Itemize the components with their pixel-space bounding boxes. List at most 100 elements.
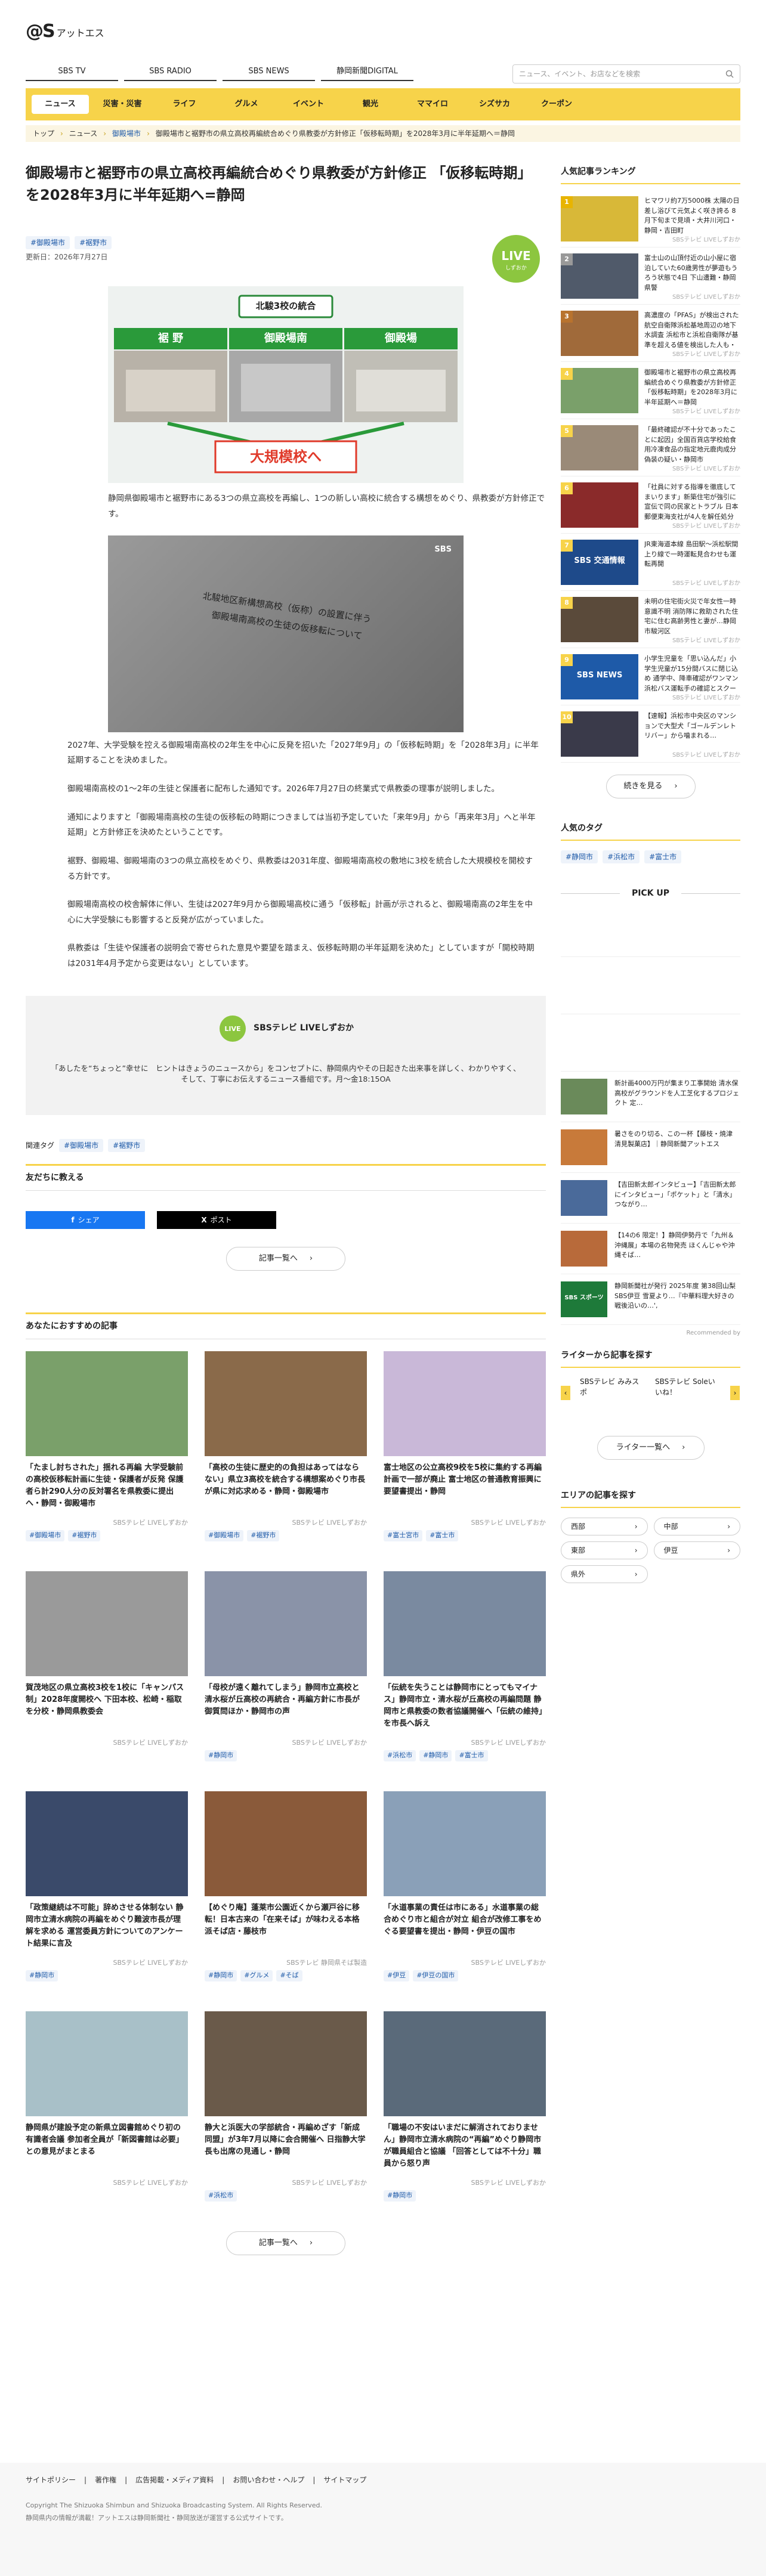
pickup-item[interactable]: 【吉田新太郎インタビュー】「吉田新太郎にインタビュー」「ポケット」と「清水」つな… bbox=[561, 1173, 740, 1224]
pickup-title[interactable]: 新計画4000万円が集まり工事開始 清水保高校がグラウンドを人工芝化するプロジェ… bbox=[614, 1079, 740, 1114]
card-thumbnail[interactable] bbox=[205, 1571, 367, 1676]
rank-title[interactable]: 小学生児童を「思い込んだ」小学生児童が15分間バスに閉じ込め 通学中、降車確認が… bbox=[644, 654, 740, 693]
rank-thumbnail[interactable]: 9 SBS NEWS bbox=[561, 654, 638, 699]
subnav-sbs-tv[interactable]: SBS TV bbox=[26, 66, 118, 81]
rank-title[interactable]: 富士山の山頂付近の山小屋に宿泊していた60歳男性が夢遊もうろう状態で4日 下山遭… bbox=[644, 253, 740, 293]
pickup-item[interactable]: 【14の6 限定！】静岡伊勢丹で「九州＆沖縄展」本場の名物発売 ほくんじゃや沖縄… bbox=[561, 1224, 740, 1274]
footer-link[interactable]: サイトマップ bbox=[323, 2475, 366, 2485]
subnav-sbs-radio[interactable]: SBS RADIO bbox=[124, 66, 217, 81]
site-logo[interactable]: @S アットエス bbox=[26, 18, 104, 45]
card-thumbnail[interactable] bbox=[26, 2011, 188, 2116]
ranking-item[interactable]: 8 未明の住宅街火災で年女性一時意識不明 消防隊に救助された住宅に住む高齢男性と… bbox=[561, 591, 740, 648]
rank-thumbnail[interactable]: 4 bbox=[561, 368, 638, 413]
pickup-title[interactable]: 【14の6 限定！】静岡伊勢丹で「九州＆沖縄展」本場の名物発売 ほくんじゃや沖縄… bbox=[614, 1231, 740, 1267]
card-tag[interactable]: #富士宮市 bbox=[384, 1530, 423, 1541]
ranking-item[interactable]: 4 御殿場市と裾野市の県立高校再編統合めぐり県教委が方針修正「仮移転時期」を20… bbox=[561, 362, 740, 419]
footer-link[interactable]: サイトポリシー bbox=[26, 2475, 76, 2485]
area-izu[interactable]: 伊豆 › bbox=[653, 1541, 740, 1559]
card-tag[interactable]: #静岡市 bbox=[26, 1970, 58, 1981]
pickup-title[interactable]: 静岡新聞社が発行 2025年度 第38回山梨SBS伊豆 雪夏より…『中華料理大好… bbox=[614, 1281, 740, 1317]
rank-title[interactable]: ヒマワリ約7万5000株 太陽の日差し浴びて元気よく咲き誇る 8月下旬まで見頃・… bbox=[644, 196, 740, 236]
card-thumbnail[interactable] bbox=[384, 1791, 546, 1896]
article-list-button[interactable]: 記事一覧へ › bbox=[226, 1246, 345, 1271]
nav-life[interactable]: ライフ bbox=[156, 95, 213, 114]
rank-title[interactable]: 「社員に対する指導を徹底してまいります」新築住宅が強引に宣伝で同の民家とトラブル… bbox=[644, 482, 740, 522]
card-thumbnail[interactable] bbox=[205, 1791, 367, 1896]
subnav-digital[interactable]: 静岡新聞DIGITAL bbox=[321, 66, 413, 81]
pickup-thumbnail[interactable] bbox=[561, 1129, 607, 1165]
recommend-card[interactable]: 「水道事業の責任は市にある」水道事業の総合めぐり市と組合が対立 組合が改修工事を… bbox=[384, 1791, 546, 1981]
recommend-card[interactable]: 静大と浜医大の学部統合・再編めざす「新成同盟」が3年7月以降に会合開催へ 日指静… bbox=[205, 2011, 367, 2202]
card-thumbnail[interactable] bbox=[26, 1351, 188, 1456]
rank-title[interactable]: 御殿場市と裾野市の県立高校再編統合めぐり県教委が方針修正「仮移転時期」を2028… bbox=[644, 368, 740, 407]
nav-mamairo[interactable]: ママイロ bbox=[404, 95, 461, 114]
pickup-thumbnail[interactable] bbox=[561, 1079, 607, 1114]
recommend-card[interactable]: 賀茂地区の県立高校3校を1校に「キャンパス制」2028年度開校へ 下田本校、松崎… bbox=[26, 1571, 188, 1761]
popular-tag-shizuoka[interactable]: #静岡市 bbox=[561, 850, 598, 863]
related-tag-susono[interactable]: #裾野市 bbox=[108, 1138, 146, 1152]
writer-list-button[interactable]: ライター一覧へ › bbox=[597, 1436, 705, 1460]
card-tag[interactable]: #静岡市 bbox=[205, 1970, 237, 1981]
recommend-card[interactable]: 「高校の生徒に歴史的の負担はあってはならない」県立3高校を統合する構想案めぐり市… bbox=[205, 1351, 367, 1541]
writer-next-icon[interactable]: › bbox=[730, 1386, 740, 1400]
rank-thumbnail[interactable]: 7 SBS 交通情報 bbox=[561, 540, 638, 585]
tag-susono[interactable]: #裾野市 bbox=[75, 236, 112, 250]
card-title[interactable]: 【めぐり庵】蓬莱市公園近くから瀬戸谷に移転！日本古来の「在来そば」が味わえる本格… bbox=[205, 1902, 367, 1956]
card-tag[interactable]: #伊豆 bbox=[384, 1970, 410, 1981]
card-tag[interactable]: #裾野市 bbox=[247, 1530, 280, 1541]
ranking-item[interactable]: 9 SBS NEWS 小学生児童を「思い込んだ」小学生児童が15分間バスに閉じ込め… bbox=[561, 648, 740, 705]
card-title[interactable]: 「政策継続は不可能」辞めさせる体制ない 静岡市立清水病院の再編をめぐり難波市長が… bbox=[26, 1902, 188, 1956]
area-west[interactable]: 西部 › bbox=[561, 1518, 648, 1535]
nav-disaster[interactable]: 災害・災害 bbox=[94, 95, 151, 114]
card-thumbnail[interactable] bbox=[26, 1791, 188, 1896]
rank-title[interactable]: 【速報】浜松市中央区のマンションで大型犬「ゴールデンレトリバー」から噛まれる… bbox=[644, 711, 740, 751]
ranking-item[interactable]: 3 高濃度の「PFAS」が検出された航空自衛隊浜松基地周辺の地下水調査 浜松市と… bbox=[561, 305, 740, 362]
ranking-item[interactable]: 5 「最終確認が不十分であったことに起因」全国百貨店学校給食用冷凍食品の指定地元… bbox=[561, 419, 740, 476]
nav-tourism[interactable]: 観光 bbox=[342, 95, 399, 114]
rank-thumbnail[interactable]: 2 bbox=[561, 253, 638, 299]
subnav-sbs-news[interactable]: SBS NEWS bbox=[223, 66, 315, 81]
rank-thumbnail[interactable]: 5 bbox=[561, 425, 638, 470]
footer-link[interactable]: お問い合わせ・ヘルプ bbox=[233, 2475, 304, 2485]
nav-news[interactable]: ニュース bbox=[32, 95, 89, 114]
recommend-card[interactable]: 「母校が遠く離れてしまう」静岡市立高校と清水桜が丘高校の再統合・再編方針に市長が… bbox=[205, 1571, 367, 1761]
footer-link[interactable]: 広告掲載・メディア資料 bbox=[135, 2475, 214, 2485]
recommend-card[interactable]: 【めぐり庵】蓬莱市公園近くから瀬戸谷に移転！日本古来の「在来そば」が味わえる本格… bbox=[205, 1791, 367, 1981]
card-thumbnail[interactable] bbox=[26, 1571, 188, 1676]
pickup-title[interactable]: 暑さをのり切る、この一杯【藤枝・焼津 清見製菓店】｜静岡新聞アットエス bbox=[614, 1129, 740, 1165]
card-title[interactable]: 静岡県が建設予定の新県立図書館めぐり初の有識者会議 参加者全員が「新図書館は必要… bbox=[26, 2122, 188, 2176]
card-tag[interactable]: #御殿場市 bbox=[26, 1530, 65, 1541]
area-central[interactable]: 中部 › bbox=[653, 1518, 740, 1535]
rank-thumbnail[interactable]: 6 bbox=[561, 482, 638, 528]
crumb-city[interactable]: 御殿場市 bbox=[112, 128, 141, 139]
recommend-card[interactable]: 「職場の不安はいまだに解消されておりません」静岡市立清水病院の“再編”めぐり静岡… bbox=[384, 2011, 546, 2202]
card-thumbnail[interactable] bbox=[384, 1351, 546, 1456]
card-tag[interactable]: #静岡市 bbox=[205, 1750, 237, 1761]
writer-item[interactable]: SBSテレビ Soleいいね！ bbox=[655, 1376, 721, 1400]
rank-thumbnail[interactable]: 3 bbox=[561, 311, 638, 356]
card-title[interactable]: 「たまし討ちされた」揺れる再編 大学受験前の高校仮移転計画に生徒・保護者が反発 … bbox=[26, 1462, 188, 1516]
crumb-news[interactable]: ニュース bbox=[69, 128, 97, 139]
card-tag[interactable]: #静岡市 bbox=[384, 2190, 416, 2202]
card-tag[interactable]: #伊豆の国市 bbox=[413, 1970, 459, 1981]
area-east[interactable]: 東部 › bbox=[561, 1541, 648, 1559]
crumb-top[interactable]: トップ bbox=[33, 128, 54, 139]
card-title[interactable]: 「伝統を失うことは静岡市にとってもマイナス」静岡市立・清水桜が丘高校の再編問題 … bbox=[384, 1682, 546, 1736]
ranking-item[interactable]: 6 「社員に対する指導を徹底してまいります」新築住宅が強引に宣伝で同の民家とトラ… bbox=[561, 476, 740, 534]
rank-thumbnail[interactable]: 10 bbox=[561, 711, 638, 757]
area-outside[interactable]: 県外 › bbox=[561, 1565, 648, 1583]
card-thumbnail[interactable] bbox=[384, 2011, 546, 2116]
popular-tag-hamamatsu[interactable]: #浜松市 bbox=[603, 850, 640, 863]
writer-item[interactable]: SBSテレビ みみスポ bbox=[580, 1376, 645, 1400]
popular-tag-fuji[interactable]: #富士市 bbox=[644, 850, 682, 863]
footer-link[interactable]: 著作権 bbox=[95, 2475, 116, 2485]
rank-thumbnail[interactable]: 1 bbox=[561, 196, 638, 242]
writer-prev-icon[interactable]: ‹ bbox=[561, 1386, 570, 1400]
card-title[interactable]: 「職場の不安はいまだに解消されておりません」静岡市立清水病院の“再編”めぐり静岡… bbox=[384, 2122, 546, 2176]
ranking-more-button[interactable]: 続きを見る › bbox=[606, 775, 696, 798]
card-tag[interactable]: #富士市 bbox=[426, 1530, 459, 1541]
nav-coupon[interactable]: クーポン bbox=[528, 95, 585, 114]
recommend-card[interactable]: 富士地区の公立高校9校を5校に集約する再編計画で一部が廃止 富士地区の普通教育振… bbox=[384, 1351, 546, 1541]
rank-title[interactable]: 高濃度の「PFAS」が検出された航空自衛隊浜松基地周辺の地下水調査 浜松市と浜松… bbox=[644, 311, 740, 350]
recommend-card[interactable]: 「政策継続は不可能」辞めさせる体制ない 静岡市立清水病院の再編をめぐり難波市長が… bbox=[26, 1791, 188, 1981]
